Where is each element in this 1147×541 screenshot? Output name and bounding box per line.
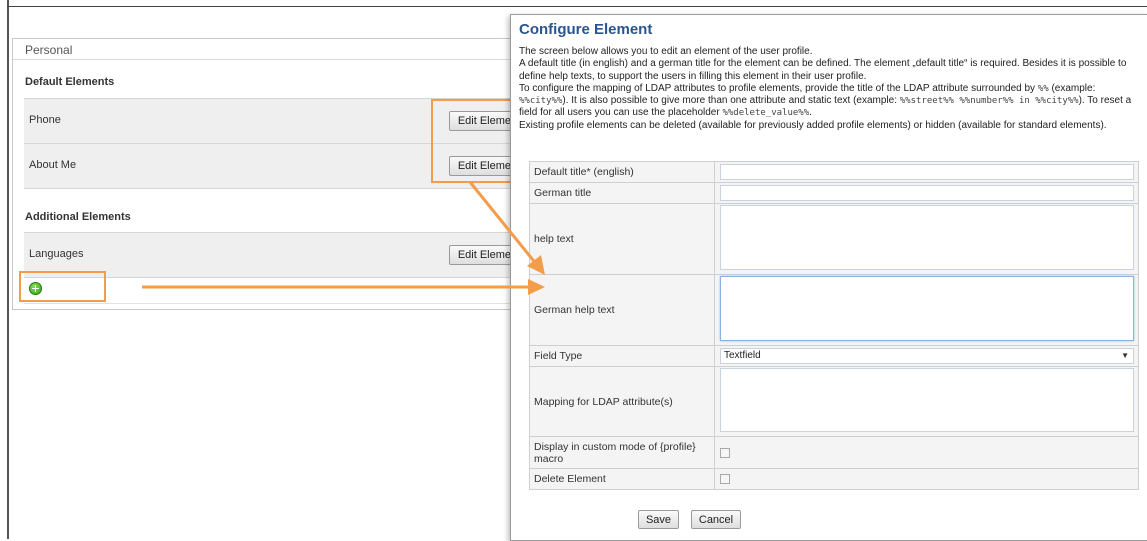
form-row-display-custom: Display in custom mode of {profile} macr… — [529, 436, 1139, 469]
element-label: Languages — [29, 248, 84, 260]
edit-buttons-highlight — [431, 99, 517, 183]
form-row-default-title: Default title* (english) — [529, 161, 1139, 183]
dialog-description: The screen below allows you to edit an e… — [519, 46, 1141, 132]
form-row-help-text: help text — [529, 203, 1139, 275]
field-label: Field Type — [529, 345, 715, 367]
form-row-delete-element: Delete Element — [529, 468, 1139, 490]
cancel-button[interactable]: Cancel — [691, 510, 741, 529]
description-line: The screen below allows you to edit an e… — [519, 46, 813, 57]
element-label: About Me — [29, 159, 77, 171]
default-title-input[interactable] — [720, 164, 1134, 180]
additional-elements-heading: Additional Elements — [25, 211, 131, 223]
panel-title: Personal — [25, 43, 73, 57]
field-type-selected-value: Textfield — [724, 350, 761, 361]
default-elements-heading: Default Elements — [25, 76, 115, 88]
form-row-ldap-mapping: Mapping for LDAP attribute(s) — [529, 366, 1139, 437]
description-line: Existing profile elements can be deleted… — [519, 119, 1107, 131]
code-snippet: %%street%% %%number%% in %%city%% — [899, 96, 1079, 107]
code-snippet: %%city%% — [519, 96, 563, 107]
description-line: A default title (in english) and a germa… — [519, 58, 1127, 82]
code-snippet: %% — [1037, 83, 1049, 94]
field-label: Delete Element — [529, 468, 715, 490]
delete-element-checkbox[interactable] — [720, 474, 730, 485]
field-label: Display in custom mode of {profile} macr… — [529, 436, 715, 469]
display-custom-checkbox[interactable] — [720, 447, 730, 458]
ldap-mapping-textarea[interactable] — [720, 368, 1134, 432]
configure-element-dialog: Configure Element The screen below allow… — [510, 14, 1147, 541]
german-help-text-textarea[interactable] — [720, 276, 1134, 341]
field-label: Default title* (english) — [529, 161, 715, 183]
dropdown-arrow-icon: ▼ — [1121, 351, 1129, 360]
field-label: German title — [529, 182, 715, 204]
element-label: Phone — [29, 114, 61, 126]
form-row-german-help-text: German help text — [529, 274, 1139, 346]
add-icon-highlight — [19, 271, 106, 302]
german-title-input[interactable] — [720, 185, 1134, 201]
panel-title-divider — [13, 59, 520, 60]
element-form: Default title* (english) German title he… — [529, 161, 1139, 490]
field-label: help text — [529, 203, 715, 275]
help-text-textarea[interactable] — [720, 205, 1134, 270]
field-label: Mapping for LDAP attribute(s) — [529, 366, 715, 437]
form-row-german-title: German title — [529, 182, 1139, 204]
form-row-field-type: Field Type Textfield ▼ — [529, 345, 1139, 367]
field-label: German help text — [529, 274, 715, 346]
save-button[interactable]: Save — [638, 510, 679, 529]
field-type-select[interactable]: Textfield ▼ — [720, 348, 1134, 364]
dialog-title: Configure Element — [519, 21, 653, 38]
description-ldap-mapping: To configure the mapping of LDAP attribu… — [519, 82, 1132, 119]
window-top-border — [7, 6, 1147, 7]
window-left-border — [7, 0, 9, 539]
code-snippet: %%delete_value%% — [722, 108, 810, 119]
